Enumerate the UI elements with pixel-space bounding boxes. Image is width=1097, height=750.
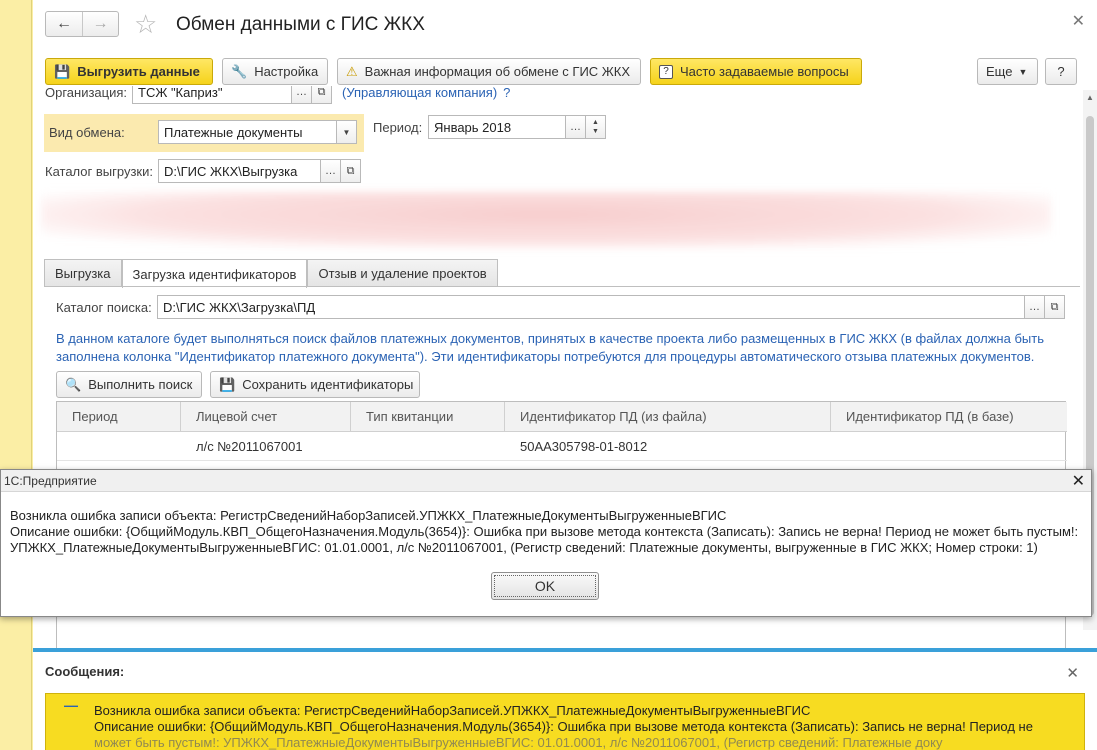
ok-button[interactable]: OK [491, 572, 599, 600]
message-text: Возникла ошибка записи объекта: РегистрС… [94, 703, 1074, 750]
messages-title: Сообщения: [45, 664, 125, 679]
left-panel [0, 0, 32, 750]
blurred-region [41, 192, 1051, 248]
open-icon[interactable]: ⧉ [1045, 295, 1065, 319]
forward-arrow-icon[interactable]: → [81, 12, 118, 36]
catalog-label: Каталог выгрузки: [45, 163, 153, 179]
page-title: Обмен данными с ГИС ЖКХ [176, 14, 425, 35]
period-spinner[interactable]: ▲ ▼ [586, 115, 606, 139]
message-line: Описание ошибки: {ОбщийМодуль.КВП_Общего… [94, 719, 1033, 734]
exchange-type-select[interactable]: Платежные документы [158, 120, 337, 144]
upload-data-button[interactable]: 💾 Выгрузить данные [45, 58, 213, 85]
column-header[interactable]: Лицевой счет [181, 402, 351, 432]
warning-icon: ⚠ [346, 63, 358, 79]
table-cell[interactable]: л/с №2011067001 [181, 433, 351, 461]
message-line: может быть пустым!: УПЖКХ_ПлатежныеДокум… [94, 735, 943, 750]
close-icon[interactable]: ✕ [1066, 664, 1079, 682]
nav-buttons: ← → [45, 11, 119, 37]
more-button[interactable]: Еще ▼ [977, 58, 1038, 85]
dialog-message-line: Описание ошибки: {ОбщийМодуль.КВП_Общего… [10, 524, 1079, 539]
organization-row: Организация: ТСЖ "Каприз" … ⧉ (Управляющ… [45, 86, 510, 104]
column-header[interactable]: Период [57, 402, 181, 432]
help-button[interactable]: ? [1045, 58, 1077, 85]
period-row: Период: Январь 2018 … ▲ ▼ [373, 115, 606, 139]
period-field[interactable]: Январь 2018 [428, 115, 566, 139]
column-header[interactable]: Идентификатор ПД (в базе) [831, 402, 1067, 432]
open-icon[interactable]: ⧉ [341, 159, 361, 183]
upload-icon: 💾 [54, 63, 71, 79]
catalog-field[interactable]: D:\ГИС ЖКХ\Выгрузка [158, 159, 321, 183]
tab-bar: Выгрузка Загрузка идентификаторов Отзыв … [44, 259, 498, 288]
title-bar: ← → ☆ Обмен данными с ГИС ЖКХ ✕ [33, 0, 1097, 52]
dialog-message-line: УПЖКХ_ПлатежныеДокументыВыгруженныеВГИС:… [10, 540, 1038, 555]
period-select-button[interactable]: … [566, 115, 586, 139]
faq-label: Часто задаваемые вопросы [680, 64, 849, 79]
tab-export[interactable]: Выгрузка [44, 259, 122, 287]
error-dialog: 1С:Предприятие ✕ Возникла ошибка записи … [0, 469, 1092, 617]
table-cell[interactable] [57, 433, 181, 461]
more-label: Еще [986, 64, 1013, 79]
search-catalog-browse[interactable]: … [1025, 295, 1045, 319]
column-header[interactable]: Тип квитанции [351, 402, 505, 432]
table-cell[interactable] [351, 433, 505, 461]
exchange-type-label: Вид обмена: [49, 124, 125, 140]
period-label: Период: [373, 119, 423, 135]
message-item[interactable]: — Возникла ошибка записи объекта: Регист… [45, 693, 1085, 750]
important-info-label: Важная информация об обмене с ГИС ЖКХ [364, 64, 631, 79]
table-cell[interactable] [831, 433, 1067, 461]
upload-data-label: Выгрузить данные [77, 64, 200, 79]
organization-label: Организация: [45, 86, 128, 100]
column-header[interactable]: Идентификатор ПД (из файла) [505, 402, 831, 432]
message-dash-icon: — [64, 697, 78, 713]
tab-revoke-projects[interactable]: Отзыв и удаление проектов [307, 259, 498, 287]
dialog-title: 1С:Предприятие [4, 473, 97, 488]
search-catalog-field[interactable]: D:\ГИС ЖКХ\Загрузка\ПД [157, 295, 1025, 319]
settings-label: Настройка [254, 64, 319, 79]
open-icon[interactable]: ⧉ [312, 86, 332, 104]
close-icon[interactable]: ✕ [1072, 11, 1085, 31]
organization-field[interactable]: ТСЖ "Каприз" [132, 86, 292, 104]
search-catalog-row: Каталог поиска: D:\ГИС ЖКХ\Загрузка\ПД …… [56, 295, 1065, 319]
scroll-up-icon[interactable]: ▲ [1086, 93, 1094, 102]
faq-button[interactable]: ? Часто задаваемые вопросы [650, 58, 862, 85]
exchange-type-row: Вид обмена: Платежные документы ▼ [49, 120, 357, 144]
messages-panel: Сообщения: ✕ — Возникла ошибка записи об… [33, 648, 1097, 750]
message-line: Возникла ошибка записи объекта: РегистрС… [94, 703, 811, 718]
important-info-button[interactable]: ⚠ Важная информация об обмене с ГИС ЖКХ [337, 58, 641, 85]
run-search-label: Выполнить поиск [88, 377, 193, 392]
organization-dropdown[interactable]: … [292, 86, 312, 104]
organization-link[interactable]: (Управляющая компания) [342, 86, 497, 100]
dialog-title-bar: 1С:Предприятие ✕ [1, 470, 1091, 492]
search-icon: 🔍 [65, 376, 82, 392]
dialog-message: Возникла ошибка записи объекта: РегистрС… [10, 508, 1085, 556]
back-arrow-icon[interactable]: ← [46, 12, 82, 36]
question-icon: ? [659, 64, 673, 79]
settings-button[interactable]: 🔧 Настройка [222, 58, 328, 85]
run-search-button[interactable]: 🔍 Выполнить поиск [56, 371, 202, 398]
organization-help[interactable]: ? [503, 86, 510, 100]
dialog-message-line: Возникла ошибка записи объекта: РегистрС… [10, 508, 727, 523]
close-icon[interactable]: ✕ [1072, 471, 1085, 491]
save-identifiers-button[interactable]: 💾 Сохранить идентификаторы [210, 371, 420, 398]
table-cell[interactable]: 50АА305798-01-8012 [505, 433, 831, 461]
info-text: В данном каталоге будет выполняться поис… [56, 331, 1044, 364]
main-window: ← → ☆ Обмен данными с ГИС ЖКХ ✕ 💾 Выгруз… [33, 0, 1097, 750]
favorite-star-icon[interactable]: ☆ [134, 10, 157, 38]
catalog-row: Каталог выгрузки: D:\ГИС ЖКХ\Выгрузка … … [45, 159, 361, 183]
save-identifiers-label: Сохранить идентификаторы [242, 377, 414, 392]
save-icon: 💾 [219, 376, 236, 392]
chevron-down-icon[interactable]: ▼ [337, 120, 357, 144]
wrench-icon: 🔧 [231, 63, 248, 79]
toolbar: 💾 Выгрузить данные 🔧 Настройка ⚠ Важная … [45, 58, 1085, 86]
search-catalog-label: Каталог поиска: [56, 299, 152, 315]
chevron-down-icon: ▼ [1018, 66, 1028, 77]
catalog-browse-button[interactable]: … [321, 159, 341, 183]
tab-load-identifiers[interactable]: Загрузка идентификаторов [121, 259, 308, 288]
